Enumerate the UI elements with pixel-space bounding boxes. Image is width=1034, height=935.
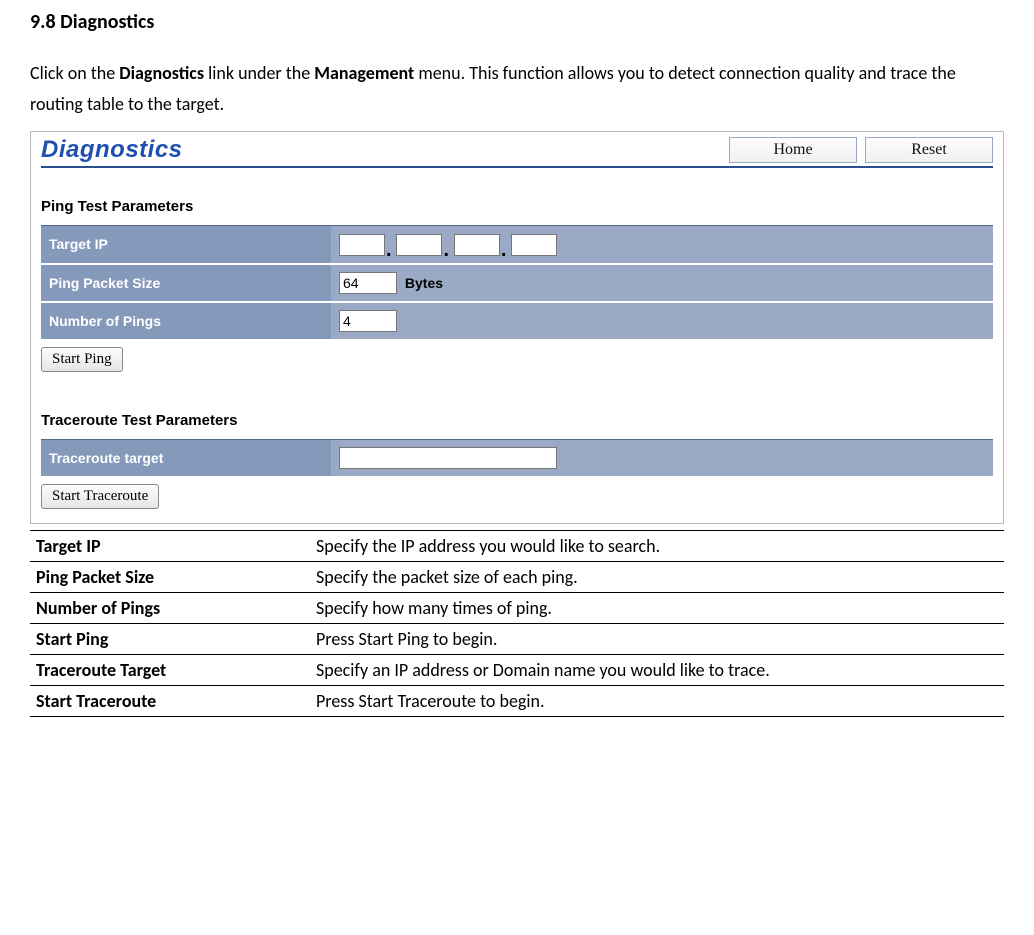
desc-text: Press Start Traceroute to begin. — [310, 686, 1004, 717]
target-ip-value-cell: . . . — [331, 226, 993, 264]
diagnostics-panel: Diagnostics Home Reset Ping Test Paramet… — [30, 131, 1004, 524]
traceroute-target-value-cell — [331, 439, 993, 477]
desc-term: Number of Pings — [30, 593, 310, 624]
desc-row: Number of PingsSpecify how many times of… — [30, 593, 1004, 624]
home-button[interactable]: Home — [729, 137, 857, 163]
intro-bold2: Management — [314, 62, 414, 84]
intro-pre1: Click on the — [30, 62, 119, 84]
panel-title: Diagnostics — [41, 136, 721, 164]
num-pings-label: Number of Pings — [41, 302, 331, 340]
desc-text: Specify an IP address or Domain name you… — [310, 655, 1004, 686]
desc-text: Specify the IP address you would like to… — [310, 531, 1004, 562]
target-ip-row: Target IP . . . — [41, 226, 993, 264]
start-traceroute-button[interactable]: Start Traceroute — [41, 484, 159, 509]
ping-params-table: Target IP . . . Ping Packet Size Bytes N… — [41, 225, 993, 341]
desc-row: Target IPSpecify the IP address you woul… — [30, 531, 1004, 562]
ip-dot-3: . — [500, 239, 508, 261]
ip-dot-1: . — [385, 239, 393, 261]
ping-heading: Ping Test Parameters — [41, 198, 993, 215]
intro-mid1: link under the — [204, 62, 314, 84]
target-ip-octet-1[interactable] — [339, 234, 385, 256]
desc-text: Specify how many times of ping. — [310, 593, 1004, 624]
traceroute-target-input[interactable] — [339, 447, 557, 469]
target-ip-octet-3[interactable] — [454, 234, 500, 256]
packet-size-row: Ping Packet Size Bytes — [41, 264, 993, 302]
bytes-label: Bytes — [405, 275, 443, 291]
desc-term: Target IP — [30, 531, 310, 562]
ip-dot-2: . — [442, 239, 450, 261]
desc-term: Traceroute Target — [30, 655, 310, 686]
target-ip-label: Target IP — [41, 226, 331, 264]
num-pings-row: Number of Pings — [41, 302, 993, 340]
packet-size-value-cell: Bytes — [331, 264, 993, 302]
description-table: Target IPSpecify the IP address you woul… — [30, 530, 1004, 717]
num-pings-input[interactable] — [339, 310, 397, 332]
intro-paragraph: Click on the Diagnostics link under the … — [30, 58, 1004, 119]
intro-bold1: Diagnostics — [119, 62, 204, 84]
traceroute-params-table: Traceroute target — [41, 439, 993, 479]
traceroute-target-label: Traceroute target — [41, 439, 331, 477]
target-ip-octet-2[interactable] — [396, 234, 442, 256]
start-ping-button[interactable]: Start Ping — [41, 347, 123, 372]
panel-header: Diagnostics Home Reset — [41, 136, 993, 168]
desc-text: Specify the packet size of each ping. — [310, 562, 1004, 593]
reset-button[interactable]: Reset — [865, 137, 993, 163]
desc-text: Press Start Ping to begin. — [310, 624, 1004, 655]
desc-row: Traceroute TargetSpecify an IP address o… — [30, 655, 1004, 686]
traceroute-target-row: Traceroute target — [41, 439, 993, 477]
packet-size-input[interactable] — [339, 272, 397, 294]
section-heading: 9.8 Diagnostics — [30, 10, 1004, 34]
target-ip-octet-4[interactable] — [511, 234, 557, 256]
desc-term: Start Ping — [30, 624, 310, 655]
desc-row: Start PingPress Start Ping to begin. — [30, 624, 1004, 655]
desc-term: Start Traceroute — [30, 686, 310, 717]
desc-row: Start TraceroutePress Start Traceroute t… — [30, 686, 1004, 717]
num-pings-value-cell — [331, 302, 993, 340]
desc-row: Ping Packet SizeSpecify the packet size … — [30, 562, 1004, 593]
packet-size-label: Ping Packet Size — [41, 264, 331, 302]
traceroute-heading: Traceroute Test Parameters — [41, 412, 993, 429]
desc-term: Ping Packet Size — [30, 562, 310, 593]
